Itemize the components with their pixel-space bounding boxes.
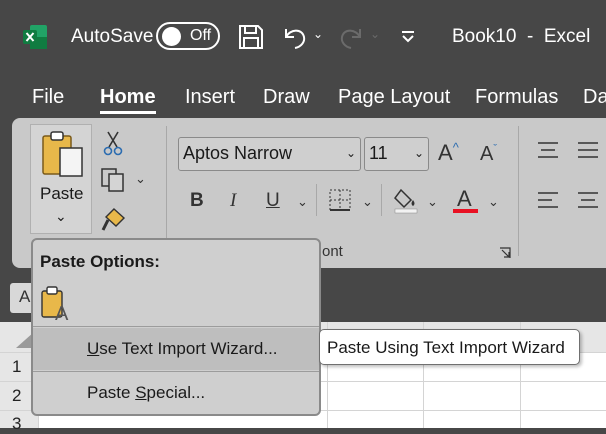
use-text-import-wizard-label: Use Text Import Wizard... xyxy=(87,339,278,358)
tab-home[interactable]: Home xyxy=(100,86,156,109)
tooltip-text: Paste Using Text Import Wizard xyxy=(327,338,565,357)
menu-separator xyxy=(33,326,319,327)
undo-icon[interactable] xyxy=(280,22,310,52)
row-header-1[interactable]: 1 xyxy=(12,357,21,377)
fill-color-icon[interactable] xyxy=(393,186,419,214)
chevron-down-icon: ⌄ xyxy=(345,146,356,160)
tab-draw[interactable]: Draw xyxy=(263,86,310,109)
align-top-icon[interactable] xyxy=(536,140,560,160)
align-center-icon[interactable] xyxy=(576,190,600,210)
scissors-icon[interactable] xyxy=(102,130,124,156)
paste-options-title: Paste Options: xyxy=(40,252,160,271)
font-color-bar xyxy=(453,209,478,213)
autosave-label: AutoSave xyxy=(71,26,154,47)
redo-dropdown-chevron-icon: ⌄ xyxy=(370,27,381,41)
group-divider xyxy=(518,126,519,256)
tab-insert[interactable]: Insert xyxy=(185,86,235,109)
customize-qat-icon[interactable] xyxy=(400,30,416,44)
paintbrush-icon[interactable] xyxy=(100,206,128,232)
dialog-launcher-icon[interactable] xyxy=(498,246,512,260)
decrease-font-size-button[interactable]: Aˇ xyxy=(480,143,497,166)
copy-icon[interactable] xyxy=(100,167,128,193)
copy-dropdown-chevron-icon[interactable]: ⌄ xyxy=(135,171,146,187)
row-header-2[interactable]: 2 xyxy=(12,386,21,406)
align-left-icon[interactable] xyxy=(536,190,560,210)
use-text-import-wizard-item[interactable]: Use Text Import Wizard... xyxy=(33,328,319,370)
tooltip: Paste Using Text Import Wizard xyxy=(319,329,580,365)
redo-icon xyxy=(340,29,361,49)
paste-special-label: Paste Special... xyxy=(87,383,206,402)
fill-color-dropdown-chevron-icon[interactable]: ⌄ xyxy=(427,194,438,210)
paste-keep-text-icon[interactable]: A xyxy=(40,286,74,322)
italic-button[interactable]: I xyxy=(230,190,236,212)
tab-page-layout[interactable]: Page Layout xyxy=(338,86,450,109)
font-size-dropdown[interactable]: 11 ⌄ xyxy=(364,137,429,171)
tab-formulas[interactable]: Formulas xyxy=(475,86,558,109)
divider xyxy=(316,184,317,216)
borders-icon[interactable] xyxy=(328,188,352,212)
shrink-font-label: A xyxy=(480,143,494,165)
active-tab-indicator xyxy=(100,111,156,114)
divider xyxy=(381,184,382,216)
paste-special-item[interactable]: Paste Special... xyxy=(33,372,319,414)
font-color-dropdown-chevron-icon[interactable]: ⌄ xyxy=(488,194,499,210)
save-icon[interactable] xyxy=(236,22,266,52)
underline-dropdown-chevron-icon[interactable]: ⌄ xyxy=(297,194,308,210)
autosave-toggle[interactable]: Off xyxy=(156,22,220,50)
document-title: Book10 - Excel xyxy=(452,26,591,47)
borders-dropdown-chevron-icon[interactable]: ⌄ xyxy=(362,194,373,210)
align-middle-icon[interactable] xyxy=(576,140,600,160)
row-header-3[interactable]: 3 xyxy=(12,414,21,434)
tab-data[interactable]: Da xyxy=(583,86,606,109)
paste-label: Paste xyxy=(40,184,84,203)
font-name-value: Aptos Narrow xyxy=(183,143,293,163)
paste-chevron-icon: ⌄ xyxy=(55,208,67,224)
underline-button[interactable]: U xyxy=(266,190,280,212)
toggle-knob xyxy=(162,27,181,46)
font-group-label: ont xyxy=(322,243,343,260)
chevron-down-icon: ⌄ xyxy=(413,146,424,160)
toggle-state: Off xyxy=(190,27,212,44)
clipboard-icon xyxy=(42,131,83,177)
font-size-value: 11 xyxy=(369,143,388,163)
tab-file[interactable]: File xyxy=(32,86,64,109)
undo-dropdown-chevron-icon[interactable]: ⌄ xyxy=(313,27,323,41)
grow-font-label: A xyxy=(438,140,453,165)
font-name-dropdown[interactable]: Aptos Narrow ⌄ xyxy=(178,137,361,171)
excel-logo-icon xyxy=(23,25,47,49)
bold-button[interactable]: B xyxy=(190,190,204,212)
group-divider xyxy=(166,126,167,256)
svg-text:A: A xyxy=(55,303,69,322)
increase-font-size-button[interactable]: A^ xyxy=(438,140,459,166)
